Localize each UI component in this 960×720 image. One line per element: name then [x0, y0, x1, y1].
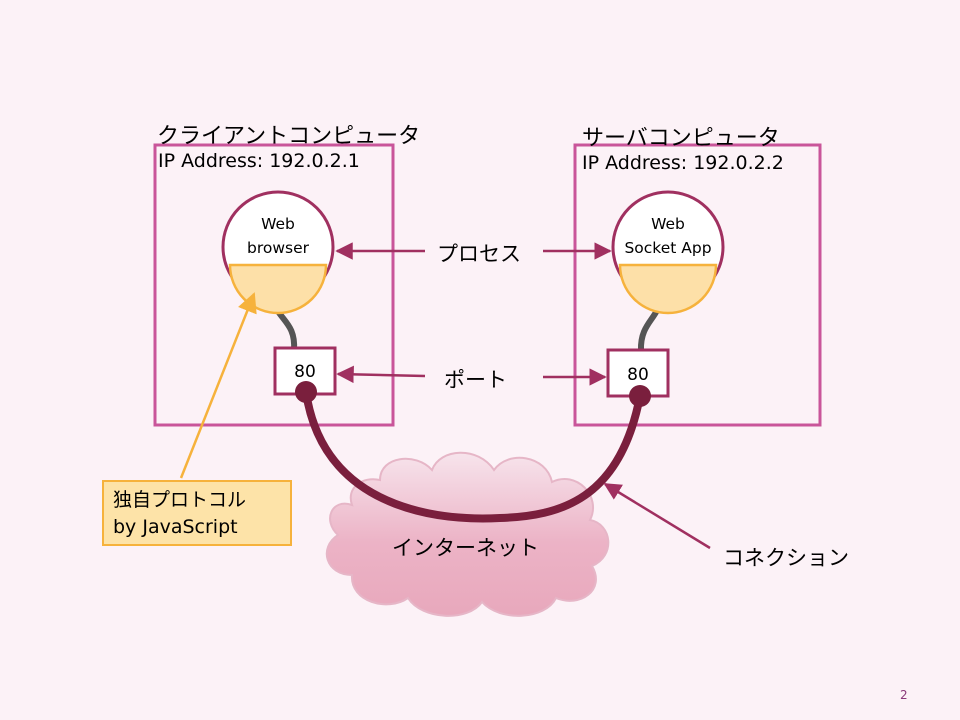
internet-label: インターネット	[392, 536, 539, 560]
client-computer-title: クライアントコンピュータ	[157, 124, 421, 149]
page-number: 2	[900, 688, 908, 702]
server-computer-title: サーバコンピュータ	[582, 126, 780, 151]
port-arrow-left	[336, 365, 426, 384]
protocol-note-arrow	[179, 292, 257, 479]
server-process-line1: Web	[651, 215, 685, 233]
diagram-graphics	[153, 143, 822, 617]
client-process-line1: Web	[261, 215, 295, 233]
protocol-note-line1: 独自プロトコル	[113, 489, 247, 511]
client-ip-address: IP Address: 192.0.2.1	[158, 150, 360, 172]
server-process-line2: Socket App	[624, 239, 712, 257]
client-process-label: Web browser	[228, 212, 328, 260]
server-port-socket	[629, 385, 651, 407]
server-process-label: Web Socket App	[608, 212, 728, 260]
protocol-note: 独自プロトコル by JavaScript	[102, 480, 292, 546]
server-port-number: 80	[627, 365, 649, 385]
client-port-number: 80	[294, 362, 316, 382]
client-process-line2: browser	[246, 239, 309, 257]
server-ip-address: IP Address: 192.0.2.2	[582, 152, 784, 174]
client-port-socket	[295, 381, 317, 403]
protocol-note-line2: by JavaScript	[113, 516, 238, 538]
connection-label: コネクション	[723, 546, 849, 570]
slide: クライアントコンピュータ IP Address: 192.0.2.1 サーバコン…	[0, 0, 960, 720]
process-label: プロセス	[437, 242, 521, 266]
port-label: ポート	[444, 368, 507, 392]
connection-label-arrow	[603, 482, 711, 550]
